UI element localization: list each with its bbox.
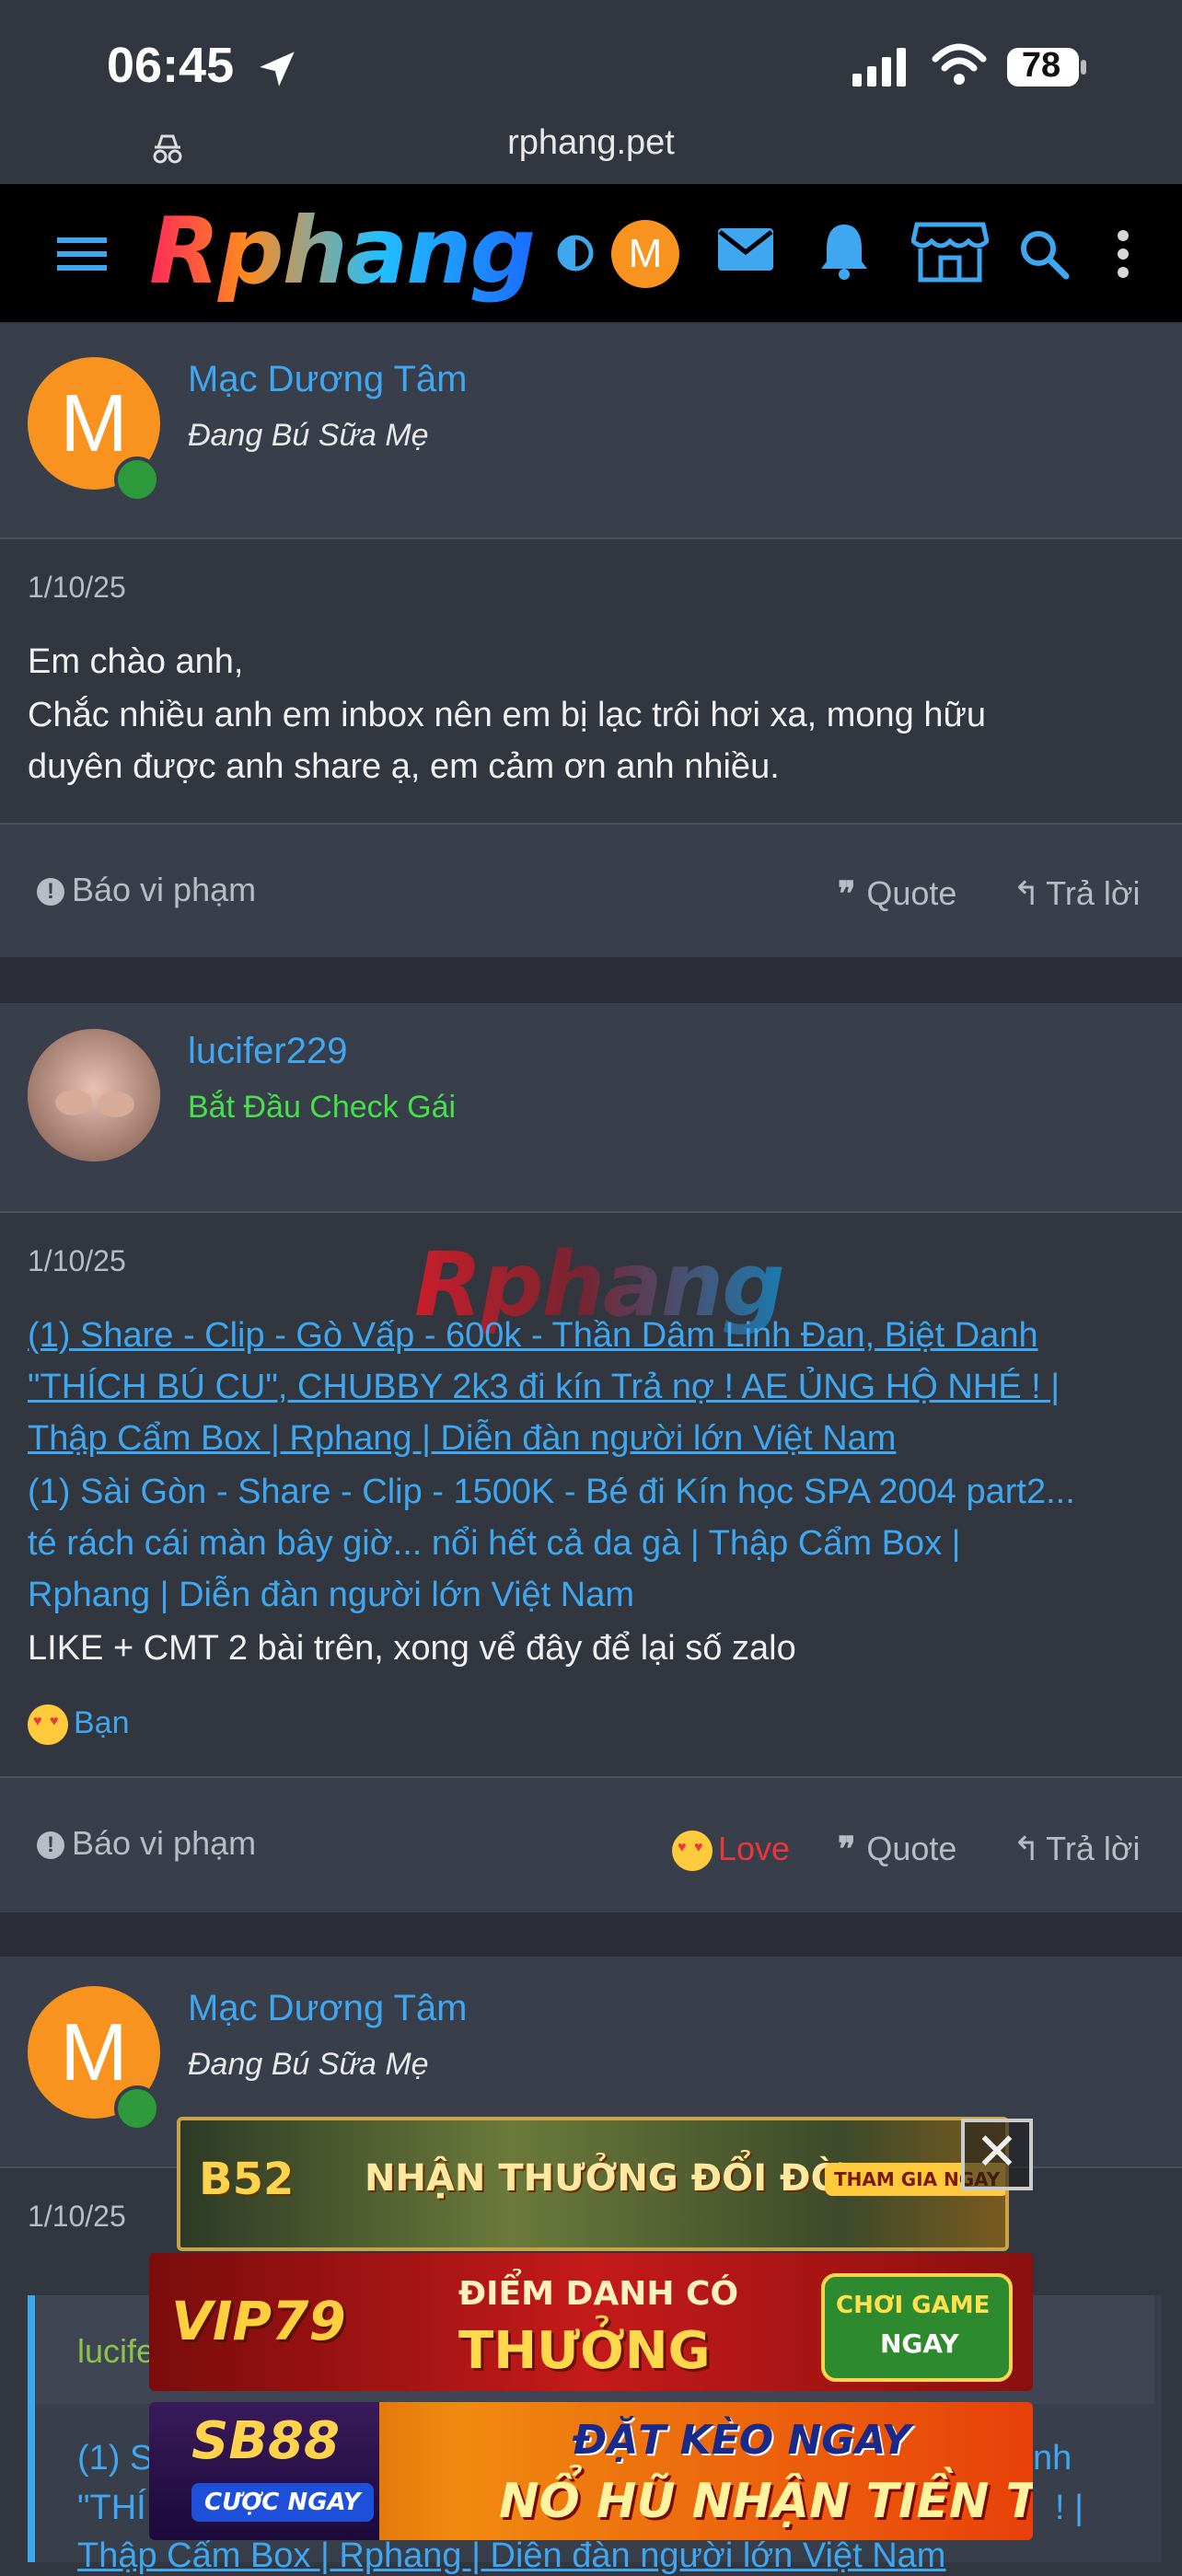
reply-button[interactable]: ↰ Trả lời [1013,874,1140,913]
thread-link[interactable]: té rách cái màn bây giờ... nổi hết cả da… [28,1524,961,1564]
thread-link[interactable]: (1) Sài Gòn - Share - Clip - 1500K - Bé … [28,1473,1075,1512]
user-avatar[interactable]: M [611,220,679,288]
location-arrow-icon [260,52,295,87]
report-button[interactable]: ! Báo vi phạm [37,871,256,909]
wifi-icon [932,43,987,85]
user-title: Bắt Đầu Check Gái [188,1090,457,1125]
avatar-photo[interactable] [28,1029,160,1161]
online-status-icon [114,456,160,502]
quote-label: Quote [866,1830,957,1867]
ad-brand: B52 [199,2154,295,2205]
quote-button[interactable]: ❞ Quote [838,1830,956,1868]
love-label: Love [718,1830,791,1867]
ad-headline: NHẬN THƯỞNG ĐỔI ĐỜI [365,2157,857,2200]
cellular-signal-icon [852,48,906,87]
reaction-summary[interactable]: ♥ ♥ Bạn [28,1704,130,1745]
report-label: Báo vi phạm [72,1824,257,1862]
post-header [0,324,1182,537]
ad-headline: ĐẶT KÈO NGAY [573,2417,911,2464]
post-gap [0,957,1182,1003]
battery-level: 78 [1021,46,1061,85]
username[interactable]: Mạc Dương Tâm [188,359,467,400]
ad-banner-b52[interactable]: B52 NHẬN THƯỞNG ĐỔI ĐỜI THAM GIA NGAY [177,2117,1009,2251]
quote-icon: ❞ [838,874,856,912]
url-bar[interactable]: rphang.pet [0,123,1182,163]
ad-cta-2: NGAY [880,2328,959,2359]
post-header [0,1003,1182,1211]
ad-headline-2: THƯỞNG [458,2321,711,2381]
post-date[interactable]: 1/10/25 [28,571,126,605]
quote-author[interactable]: lucife [77,2332,155,2371]
reply-label: Trả lời [1046,874,1141,912]
heart-eyes-emoji-icon: ♥ ♥ [28,1704,68,1745]
username[interactable]: lucifer229 [188,1031,347,1072]
post-text-line: Em chào anh, [28,642,244,681]
post-date[interactable]: 1/10/25 [28,2200,126,2234]
love-reaction-button[interactable]: ♥ ♥ Love [672,1830,791,1872]
ad-brand: VIP79 [171,2290,346,2352]
post-gap [0,1912,1182,1957]
ad-cta: CƯỢC NGAY [191,2483,374,2522]
report-label: Báo vi phạm [72,871,257,908]
status-time: 06:45 [107,38,235,93]
quote-icon: ❞ [838,1830,856,1867]
store-icon[interactable] [911,221,989,283]
more-options-icon[interactable] [1116,228,1130,280]
notification-bell-icon[interactable] [817,221,871,280]
ad-cta-box: CHƠI GAME NGAY [821,2273,1013,2382]
post-text-line: Chắc nhiều anh em inbox nên em bị lạc tr… [28,696,987,734]
username[interactable]: Mạc Dương Tâm [188,1988,467,2029]
post-text-line: duyên được anh share ạ, em cảm ơn anh nh… [28,747,780,786]
ad-banner-sb88[interactable]: SB88 CƯỢC NGAY ĐẶT KÈO NGAY NỔ HŨ NHẬN T… [149,2402,1033,2540]
quote-label: Quote [866,874,957,912]
report-button[interactable]: ! Báo vi phạm [37,1824,256,1863]
user-title: Đang Bú Sữa Mẹ [188,2047,429,2082]
reply-icon: ↰ [1013,874,1041,912]
ad-banner-vip79[interactable]: VIP79 ĐIỂM DANH CÓ THƯỞNG CHƠI GAME NGAY [149,2253,1033,2391]
reply-button[interactable]: ↰ Trả lời [1013,1830,1140,1868]
theme-toggle-icon[interactable] [556,234,595,272]
quoted-link[interactable]: nh [1033,2439,1072,2478]
quote-button[interactable]: ❞ Quote [838,874,956,913]
quoted-link[interactable]: "THÍ [77,2489,146,2528]
mail-icon[interactable] [716,226,775,272]
thread-link[interactable]: (1) Share - Clip - Gò Vấp - 600k - Thần … [28,1316,1038,1356]
search-icon[interactable] [1018,228,1070,280]
online-status-icon [114,2085,160,2131]
ad-headline: ĐIỂM DANH CÓ [458,2275,739,2313]
warning-icon: ! [37,878,64,907]
divider [0,537,1182,539]
menu-icon[interactable] [55,232,109,276]
ad-brand: SB88 [191,2411,340,2471]
thread-link[interactable]: Thập Cẩm Box | Rphang | Diễn đàn người l… [28,1419,896,1459]
quoted-link[interactable]: (1) S [77,2439,153,2478]
quoted-link[interactable]: ! | [1055,2489,1084,2528]
post-text-line: LIKE + CMT 2 bài trên, xong vể đây để lạ… [28,1629,796,1668]
ad-cta: CHƠI GAME [836,2292,991,2319]
warning-icon: ! [37,1831,64,1860]
post-date[interactable]: 1/10/25 [28,1244,126,1278]
ad-headline-2: NỔ HŨ NHẬN TIỀN TỶ [499,2474,1033,2529]
user-title: Đang Bú Sữa Mẹ [188,418,429,453]
thread-link[interactable]: "THÍCH BÚ CU", CHUBBY 2k3 đi kín Trả nợ … [28,1368,1060,1407]
reply-label: Trả lời [1046,1830,1141,1867]
thread-link[interactable]: Rphang | Diễn đàn người lớn Việt Nam [28,1576,634,1615]
quote-accent [28,2295,35,2562]
reply-icon: ↰ [1013,1830,1041,1867]
divider [0,1211,1182,1213]
close-ad-button[interactable]: ✕ [961,2119,1033,2190]
heart-eyes-emoji-icon: ♥ ♥ [672,1831,713,1872]
reaction-user: Bạn [74,1704,130,1740]
site-logo[interactable]: Rphang [149,197,536,305]
